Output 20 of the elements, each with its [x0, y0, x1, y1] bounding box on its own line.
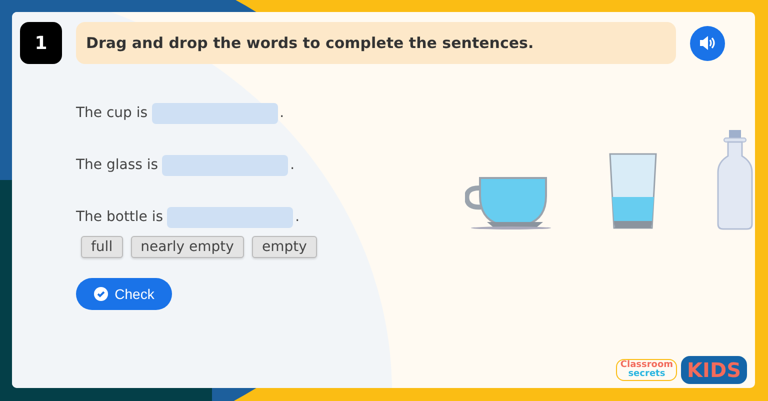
word-tile[interactable]: empty [252, 236, 317, 258]
drop-zone[interactable] [162, 154, 288, 176]
full-stop: . [290, 157, 295, 173]
full-stop: . [295, 209, 300, 225]
speaker-icon [698, 35, 716, 51]
kids-badge: KIDS [681, 356, 747, 384]
sentence-text: The cup is [76, 105, 148, 121]
brand-logo: Classroom secrets [616, 359, 678, 381]
check-button[interactable]: Check [76, 278, 172, 310]
check-circle-icon [94, 287, 108, 301]
sentence-text: The glass is [76, 157, 158, 173]
sound-button[interactable] [690, 26, 725, 60]
drop-zone[interactable] [152, 102, 278, 124]
word-tile[interactable]: nearly empty [130, 236, 244, 258]
instruction-text: Drag and drop the words to complete the sentences. [76, 22, 676, 64]
word-tile[interactable]: full [81, 236, 123, 258]
drop-zone[interactable] [167, 206, 294, 228]
full-stop: . [280, 105, 284, 121]
question-number: 1 [20, 22, 62, 64]
sentence-text: The bottle is [76, 209, 164, 225]
